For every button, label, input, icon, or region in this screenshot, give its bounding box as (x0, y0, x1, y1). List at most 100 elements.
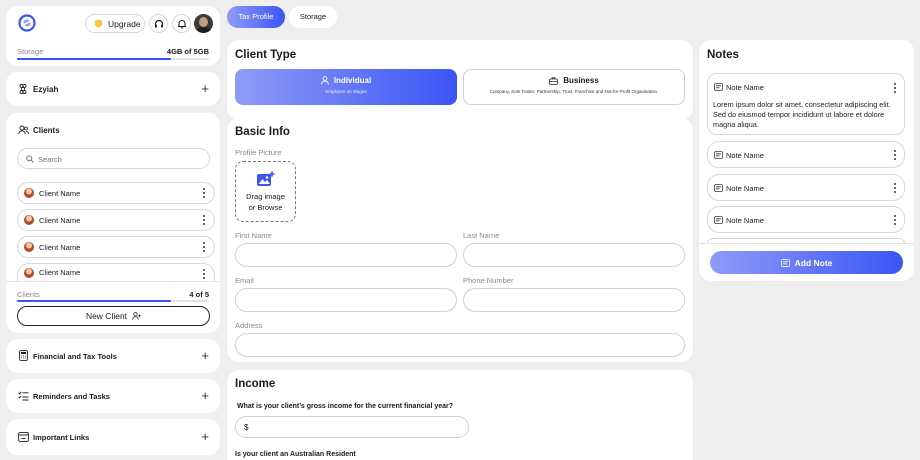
expand-plus-icon[interactable]: + (201, 430, 209, 443)
storage-progress-track (17, 58, 209, 60)
note-body: Lorem ipsum dolor sit amet, consectetur … (713, 100, 891, 129)
checklist-icon (18, 391, 29, 401)
note-icon (714, 184, 723, 192)
notifications-button[interactable] (172, 14, 191, 33)
clients-card: Clients Client Name Client Name Client N… (6, 113, 220, 333)
last-name-input[interactable] (463, 243, 685, 267)
phone-label: Phone Number (463, 276, 514, 285)
expand-plus-icon[interactable]: + (201, 349, 209, 362)
note-add-icon (780, 258, 790, 267)
upgrade-label: Upgrade (108, 18, 141, 29)
notes-divider (699, 243, 914, 244)
drop-text-1: Drag image (246, 192, 285, 201)
notes-card: Notes Note Name Lorem ipsum dolor sit am… (699, 40, 914, 281)
note-icon (714, 83, 723, 91)
user-avatar[interactable] (194, 14, 213, 33)
tab-label: Storage (299, 12, 327, 21)
kebab-menu-icon[interactable] (894, 183, 897, 195)
storage-progress-fill (17, 58, 171, 60)
client-type-card: Client Type Individual Employee on Wages… (227, 40, 693, 120)
new-client-label: New Client (85, 311, 128, 321)
calculator-icon (19, 350, 28, 361)
headset-icon (154, 19, 164, 29)
add-note-button[interactable]: Add Note (710, 251, 903, 274)
note-icon (714, 216, 723, 224)
notes-title: Notes (707, 49, 739, 61)
kebab-menu-icon[interactable] (203, 188, 206, 200)
address-input[interactable] (235, 333, 685, 357)
new-client-button[interactable]: New Client (17, 306, 210, 326)
note-name: Note Name (726, 216, 764, 225)
clients-count-label: Clients (17, 290, 40, 299)
expand-plus-icon[interactable]: + (201, 82, 209, 95)
drop-text-2: or Browse (248, 203, 283, 212)
support-button[interactable] (149, 14, 168, 33)
kebab-menu-icon[interactable] (894, 215, 897, 227)
users-icon (18, 125, 29, 135)
kebab-menu-icon[interactable] (203, 215, 206, 227)
income-input[interactable]: $ (235, 416, 469, 438)
search-input[interactable] (38, 153, 198, 165)
expand-plus-icon[interactable]: + (201, 389, 209, 402)
kebab-menu-icon[interactable] (203, 269, 206, 281)
section-label: Important Links (33, 433, 90, 442)
note-row[interactable]: Note Name (707, 141, 905, 168)
top-bar-card: Upgrade Storage 4GB of 5GB (6, 6, 220, 66)
clients-count-value: 4 of 5 (189, 290, 209, 299)
reminders-card[interactable]: Reminders and Tasks + (6, 379, 220, 413)
kebab-menu-icon[interactable] (894, 150, 897, 162)
business-option[interactable]: Business Company, Sole Trader, Partnersh… (463, 69, 685, 105)
note-name: Note Name (726, 184, 764, 193)
client-name: Client Name (39, 188, 81, 198)
clients-title: Clients (33, 126, 60, 135)
client-row[interactable]: Client Name (17, 182, 215, 204)
workspace-name: Ezyiah (33, 85, 59, 94)
first-name-input[interactable] (235, 243, 457, 267)
briefcase-icon (549, 76, 559, 85)
income-card: Income What is your client’s gross incom… (227, 370, 693, 460)
client-avatar (24, 267, 34, 278)
client-search-field[interactable] (17, 148, 210, 169)
phone-input[interactable] (463, 288, 685, 312)
add-note-label: Add Note (794, 257, 833, 268)
kebab-menu-icon[interactable] (203, 242, 206, 254)
client-row[interactable]: Client Name (17, 236, 215, 258)
search-icon (26, 155, 34, 163)
business-label: Business (563, 76, 599, 85)
add-user-icon (132, 312, 141, 320)
upgrade-button[interactable]: Upgrade (85, 14, 145, 33)
add-image-icon (256, 171, 275, 187)
tab-storage[interactable]: Storage (289, 6, 337, 28)
email-input[interactable] (235, 288, 457, 312)
user-icon (320, 76, 329, 85)
note-row[interactable]: Note Name (707, 174, 905, 201)
client-row[interactable]: Client Name (17, 209, 215, 231)
client-row[interactable]: Client Name (17, 263, 215, 281)
app-logo-icon[interactable] (18, 14, 36, 32)
note-icon (714, 151, 723, 159)
note-row[interactable]: Note Name (707, 206, 905, 233)
storage-label: Storage (17, 47, 44, 56)
currency-symbol: $ (244, 423, 249, 432)
basic-info-card: Basic Info Profile Picture Drag image or… (227, 118, 693, 362)
email-label: Email (235, 276, 254, 285)
profile-dropzone[interactable]: Drag image or Browse (235, 161, 296, 222)
important-links-card[interactable]: Important Links + (6, 419, 220, 455)
note-card-expanded[interactable]: Note Name Lorem ipsum dolor sit amet, co… (707, 73, 905, 135)
individual-label: Individual (333, 76, 372, 85)
kebab-menu-icon[interactable] (894, 83, 897, 95)
client-name: Client Name (39, 268, 81, 277)
command-icon (18, 84, 28, 94)
tab-tax-profile[interactable]: Tax Profile (227, 6, 285, 28)
individual-option[interactable]: Individual Employee on Wages (235, 69, 457, 105)
address-label: Address (235, 321, 263, 330)
section-label: Financial and Tax Tools (33, 352, 117, 361)
workspace-card[interactable]: Ezyiah + (6, 72, 220, 106)
financial-tools-card[interactable]: Financial and Tax Tools + (6, 339, 220, 373)
resident-question: Is your client an Australian Resident (235, 451, 356, 458)
clients-divider (6, 281, 220, 282)
section-label: Reminders and Tasks (33, 392, 110, 401)
shield-star-icon (94, 19, 103, 28)
client-avatar (24, 188, 34, 198)
basic-info-title: Basic Info (235, 126, 290, 138)
